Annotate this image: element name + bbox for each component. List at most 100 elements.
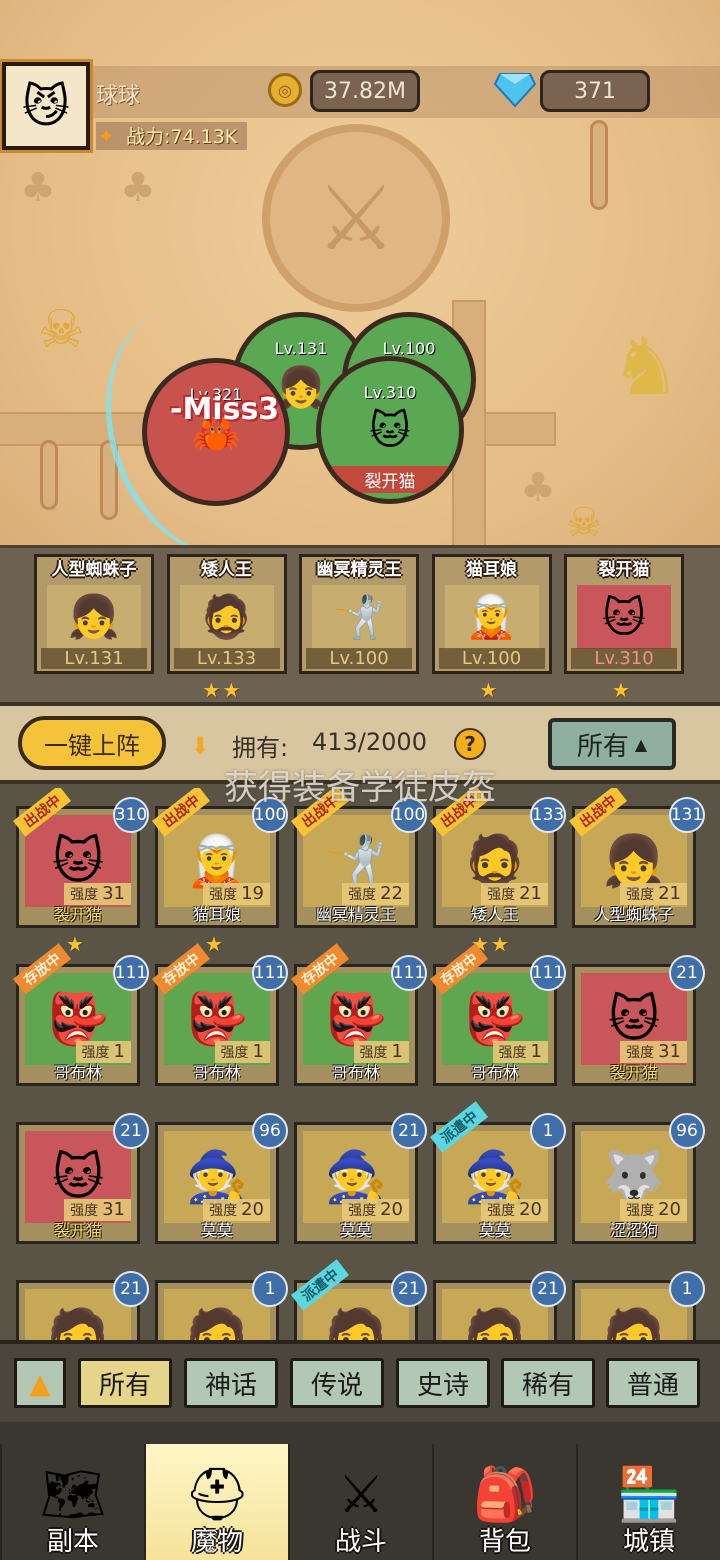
monster-panel: 一键上阵 ⬇ 拥有: 413/2000 ? 所有 ▲ 获得装备学徒皮盔 🐱 强度… — [0, 702, 720, 1344]
skull-icon: ☠ — [38, 300, 85, 360]
monster-name: 莫莫 — [200, 1221, 233, 1240]
star-icon: ★ — [202, 678, 221, 702]
collapse-arrow-icon[interactable]: ▲ — [14, 1358, 66, 1408]
slot-name: 矮人王 — [201, 560, 252, 580]
team-slot[interactable]: 🤺 幽冥精灵王 Lv.100 — [299, 554, 419, 674]
monster-name: 莫莫 — [339, 1221, 372, 1240]
bush-decoration: ♣ — [20, 165, 56, 211]
crossed-swords-icon: ⚔ — [337, 1465, 385, 1525]
monster-name: 莫莫 — [478, 1221, 511, 1240]
monster-card[interactable]: 🧙 强度 20 莫莫 96 — [155, 1113, 288, 1244]
skull-icon: ☠ — [566, 500, 602, 546]
monster-card[interactable]: 👺 强度 1 哥布林 111 存放中 — [291, 943, 427, 1086]
help-icon[interactable]: ? — [454, 728, 486, 760]
slot-level: Lv.131 — [41, 648, 147, 669]
split-cat-icon: 🐱 — [577, 585, 671, 649]
monster-card[interactable]: 🧑 1 — [155, 1271, 288, 1344]
star-icon: ★ — [222, 678, 241, 702]
avatar[interactable]: 😼 — [0, 59, 93, 153]
star-icon: ★ — [479, 678, 498, 702]
slot-level: Lv.133 — [173, 648, 280, 669]
rarity-tab[interactable]: 稀有 — [501, 1358, 595, 1408]
level-badge: 21 — [391, 1113, 427, 1149]
monster-name: 猫耳娘 — [192, 905, 241, 924]
rarity-tab[interactable]: 神话 — [184, 1358, 278, 1408]
monster-card[interactable]: 🧝 强度 19 猫耳娘 100 出战中 — [152, 788, 288, 928]
monster-card[interactable]: 👧 强度 21 人型蜘蛛子 131 出战中 — [569, 788, 705, 928]
level-badge: 21 — [391, 1271, 427, 1307]
gem-amount: 371 — [540, 70, 650, 112]
star-rating: ★ — [66, 932, 84, 956]
unit-name: 裂开猫 — [321, 466, 459, 493]
monster-card[interactable]: 👺 强度 1 哥布林 111 存放中 — [13, 943, 149, 1086]
monster-name: 哥布林 — [331, 1063, 380, 1082]
battle-unit[interactable]: Lv.310 🐱 裂开猫 — [316, 356, 464, 504]
monster-card[interactable]: 🤺 强度 22 幽冥精灵王 100 出战中 — [291, 788, 427, 928]
diamond-icon — [494, 73, 536, 108]
gold-coin-icon: ◎ — [268, 73, 302, 107]
combat-power: 战力:74.13K — [96, 122, 248, 150]
monster-card[interactable]: 👺 强度 1 哥布林 111 存放中 — [430, 943, 566, 1086]
monster-card[interactable]: 🧑 21 派遣中 — [291, 1259, 427, 1344]
team-slot[interactable]: 🐱 裂开猫 Lv.310 — [564, 554, 684, 674]
nav-label: 战斗 — [334, 1527, 387, 1557]
level-badge: 96 — [252, 1113, 288, 1149]
monster-card[interactable]: 🧑 21 — [433, 1271, 566, 1344]
split-cat-icon: 🐱 — [369, 408, 411, 454]
spider-girl-icon: 👧 — [47, 585, 141, 649]
monster-card[interactable]: 🧑 1 — [572, 1271, 705, 1344]
nav-item[interactable]: 🎒 背包 — [432, 1444, 576, 1560]
monster-card[interactable]: 🐺 强度 20 涩涩狗 96 — [572, 1113, 705, 1244]
nav-item[interactable]: ⚔ 战斗 — [288, 1444, 432, 1560]
miss-damage-text: -Miss3 — [170, 392, 280, 427]
chevron-up-icon: ▲ — [634, 734, 648, 754]
cat-girl-icon: 🧝 — [444, 585, 539, 649]
star-icon: ★ — [612, 678, 630, 702]
own-count: 413/2000 — [312, 728, 427, 756]
bush-decoration: ♣ — [520, 465, 556, 511]
monster-card[interactable]: 🐱 强度 31 裂开猫 21 — [572, 955, 705, 1086]
player-header: 😼 球球 ◎ 37.82M 371 战力:74.13K ✦ — [0, 59, 720, 153]
monster-name: 裂开猫 — [53, 905, 102, 924]
monster-name: 矮人王 — [470, 905, 519, 924]
nav-item[interactable]: 🗺 副本 — [0, 1444, 144, 1560]
elf-king-icon: 🤺 — [312, 585, 406, 649]
monster-card[interactable]: 🧔 强度 21 矮人王 133 出战中 — [430, 788, 566, 928]
monster-helmet-icon: ⛑ — [183, 1465, 250, 1525]
rarity-tab[interactable]: 传说 — [290, 1358, 384, 1408]
level-badge: 21 — [113, 1113, 149, 1149]
monster-name: 涩涩狗 — [609, 1221, 658, 1240]
slot-name: 裂开猫 — [598, 560, 650, 580]
monster-card[interactable]: 🐱 强度 31 裂开猫 310 出战中 — [13, 788, 149, 928]
arena-emblem: ⚔ — [262, 124, 450, 312]
rarity-tab[interactable]: 所有 — [78, 1358, 172, 1408]
slot-name: 猫耳娘 — [466, 560, 517, 580]
slot-name: 幽冥精灵王 — [316, 560, 402, 580]
star-rating: ★ — [205, 932, 223, 956]
level-badge: 1 — [669, 1271, 705, 1307]
team-slot[interactable]: 👧 人型蜘蛛子 Lv.131 — [34, 554, 154, 674]
gold-amount: 37.82M — [310, 70, 420, 112]
filter-label: 所有 — [576, 731, 629, 762]
rarity-tab[interactable]: 普通 — [606, 1358, 700, 1408]
star-rating: ★ — [612, 678, 630, 702]
battle-unit[interactable]: Lv.321 🦀 — [142, 358, 290, 506]
nav-item[interactable]: ⛑ 魔物 — [144, 1444, 288, 1560]
level-badge: 111 — [252, 955, 288, 991]
monster-name: 幽冥精灵王 — [315, 905, 396, 924]
monster-card[interactable]: 🧙 强度 20 莫莫 1 派遣中 — [430, 1101, 566, 1244]
team-slot[interactable]: 🧝 猫耳娘 Lv.100 — [431, 554, 552, 674]
rarity-tab[interactable]: 史诗 — [396, 1358, 490, 1408]
monster-card[interactable]: 🧑 21 — [16, 1271, 149, 1344]
unit-level: Lv.310 — [363, 383, 417, 402]
monster-card[interactable]: 🐱 强度 31 裂开猫 21 — [16, 1113, 149, 1244]
monster-card[interactable]: 👺 强度 1 哥布林 111 存放中 — [152, 943, 288, 1086]
power-icon: ✦ — [98, 124, 115, 148]
cactus-decoration — [40, 440, 58, 510]
level-badge: 21 — [530, 1271, 566, 1307]
nav-item[interactable]: 🏪 城镇 — [576, 1444, 720, 1560]
team-slot[interactable]: 🧔 矮人王 Lv.133 — [166, 554, 287, 674]
player-name: 球球 — [96, 84, 141, 109]
backpack-icon: 🎒 — [472, 1465, 538, 1525]
monster-card[interactable]: 🧙 强度 20 莫莫 21 — [294, 1113, 427, 1244]
